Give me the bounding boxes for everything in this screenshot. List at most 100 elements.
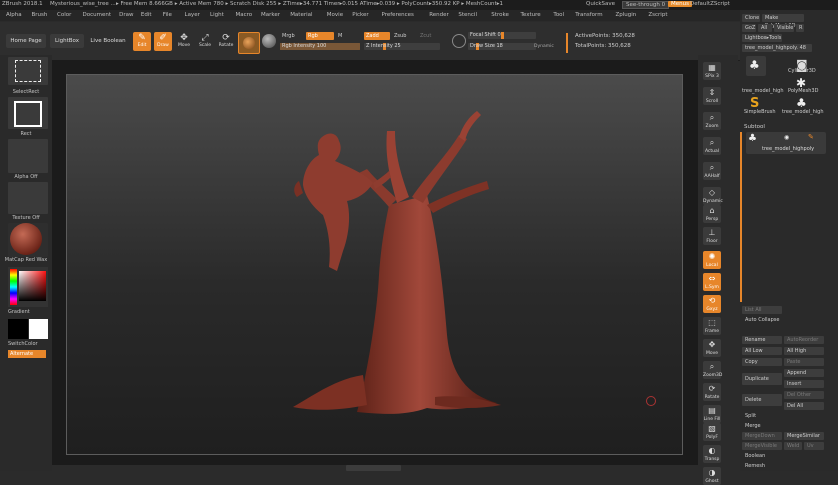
- rightshelf-frame-button[interactable]: ⬚ Frame: [703, 317, 721, 335]
- mrgb-toggle[interactable]: Mrgb: [282, 33, 295, 39]
- rightshelf-local-button[interactable]: ✺ Local: [703, 251, 721, 269]
- rightshelf-floor-button[interactable]: ⊥ Floor: [703, 227, 721, 245]
- boolean-header[interactable]: Boolean: [742, 452, 782, 460]
- viewport-canvas[interactable]: [66, 74, 683, 455]
- menu-item-transform[interactable]: Transform: [575, 12, 602, 18]
- menu-item-tool[interactable]: Tool: [553, 12, 564, 18]
- menu-item-color[interactable]: Color: [57, 12, 71, 18]
- rect-button[interactable]: [8, 97, 48, 129]
- menu-item-macro[interactable]: Macro: [236, 12, 253, 18]
- all-high-button[interactable]: All High: [784, 347, 824, 355]
- texture-button[interactable]: [8, 182, 48, 214]
- auto-collapse-button[interactable]: Auto Collapse: [742, 316, 782, 324]
- bottom-scrollbar[interactable]: [346, 465, 401, 471]
- see-through-slider[interactable]: See-through 0: [622, 1, 670, 9]
- duplicate-button[interactable]: Duplicate: [742, 373, 782, 385]
- rightshelf-dynamic-button[interactable]: ◇ Dynamic: [703, 187, 723, 205]
- rightshelf-polyf-button[interactable]: ▧ PolyF: [703, 423, 721, 441]
- home-page-button[interactable]: Home Page: [6, 34, 46, 48]
- dynamic-toggle[interactable]: Dynamic: [534, 44, 554, 49]
- rightshelf-gxyz-button[interactable]: ⟲ Gxyz: [703, 295, 721, 313]
- goz-button[interactable]: GoZ: [742, 24, 756, 32]
- select-rect-button[interactable]: [8, 57, 48, 85]
- autoreorder-button[interactable]: AutoReorder: [784, 336, 824, 344]
- menus-button[interactable]: Menus: [668, 1, 692, 7]
- mergesimilar-button[interactable]: MergeSimilar: [784, 432, 824, 440]
- scale-mode-button[interactable]: ⤢ Scale: [196, 32, 214, 51]
- mergedown-button[interactable]: MergeDown: [742, 432, 782, 440]
- menu-item-render[interactable]: Render: [429, 12, 449, 18]
- rightshelf-scroll-button[interactable]: ⇕ Scroll: [703, 87, 721, 105]
- menu-item-picker[interactable]: Picker: [352, 12, 368, 18]
- menu-item-stroke[interactable]: Stroke: [491, 12, 509, 18]
- subtool-scrollbar[interactable]: [740, 132, 742, 302]
- hue-strip[interactable]: [10, 269, 17, 305]
- list-all-button[interactable]: List All: [742, 306, 782, 314]
- menu-item-zscript[interactable]: Zscript: [648, 12, 667, 18]
- material-button[interactable]: [8, 223, 48, 257]
- visible-button[interactable]: Visible: [774, 24, 794, 32]
- lightbox-button[interactable]: LightBox: [50, 34, 84, 48]
- menu-item-alpha[interactable]: Alpha: [6, 12, 22, 18]
- material-sphere-icon[interactable]: [262, 34, 276, 48]
- alternate-button[interactable]: Alternate: [8, 350, 46, 358]
- saturation-square[interactable]: [19, 271, 46, 301]
- menu-item-brush[interactable]: Brush: [32, 12, 48, 18]
- rightshelf-lsym-button[interactable]: ⇔ L.Sym: [703, 273, 721, 291]
- visibility-eye-icon[interactable]: ◉: [784, 134, 789, 141]
- make-polymesh-button[interactable]: Make PolyMesh3D: [762, 14, 804, 29]
- menu-item-edit[interactable]: Edit: [141, 12, 152, 18]
- rightshelf-zoom-button[interactable]: ⌕ Zoom: [703, 112, 721, 130]
- main-color-swatch[interactable]: [8, 319, 28, 339]
- edit-mode-button[interactable]: ✎ Edit: [133, 32, 151, 51]
- rightshelf-actual-button[interactable]: ⌕ Actual: [703, 137, 721, 155]
- clone-button[interactable]: Clone: [742, 14, 760, 22]
- all-low-button[interactable]: All Low: [742, 347, 782, 355]
- alpha-button[interactable]: [8, 139, 48, 173]
- tool-name-slider[interactable]: tree_model_highpoly. 48: [742, 44, 812, 52]
- quicksave-button[interactable]: QuickSave: [586, 1, 615, 7]
- lazy-mouse-icon[interactable]: [452, 34, 466, 48]
- copy-button[interactable]: Copy: [742, 358, 782, 366]
- secondary-color-swatch[interactable]: [29, 319, 48, 339]
- subtool-header[interactable]: Subtool: [744, 124, 765, 130]
- rightshelf-line-fill-button[interactable]: ▤ Line Fill: [703, 405, 721, 423]
- default-zscript-button[interactable]: DefaultZScript: [690, 1, 730, 7]
- rightshelf-persp-button[interactable]: ⌂ Persp: [703, 205, 721, 223]
- rightshelf-move-button[interactable]: ✥ Move: [703, 339, 721, 357]
- draw-mode-button[interactable]: ✐ Draw: [154, 32, 172, 51]
- rename-button[interactable]: Rename: [742, 336, 782, 344]
- z-intensity-slider[interactable]: Z Intensity 25: [364, 43, 440, 50]
- menu-item-file[interactable]: File: [163, 12, 172, 18]
- paste-button[interactable]: Paste: [784, 358, 824, 366]
- menu-item-preferences[interactable]: Preferences: [382, 12, 414, 18]
- rightshelf-rotate-button[interactable]: ⟳ Rotate: [703, 383, 721, 401]
- menu-item-light[interactable]: Light: [210, 12, 224, 18]
- menu-item-layer[interactable]: Layer: [185, 12, 200, 18]
- append-button[interactable]: Append: [784, 369, 824, 377]
- focal-shift-slider[interactable]: Focal Shift 0: [468, 32, 536, 39]
- color-picker[interactable]: [8, 267, 48, 307]
- uv-button[interactable]: Uv: [804, 442, 824, 450]
- rotate-mode-button[interactable]: ⟳ Rotate: [217, 32, 235, 51]
- split-header[interactable]: Split: [742, 412, 782, 420]
- menu-item-texture[interactable]: Texture: [521, 12, 541, 18]
- mergevisible-button[interactable]: MergeVisible: [742, 442, 782, 450]
- rightshelf-ghost-button[interactable]: ◑ Ghost: [703, 467, 721, 485]
- delete-button[interactable]: Delete: [742, 394, 782, 406]
- brush-thumbnail[interactable]: [238, 32, 260, 54]
- draw-size-slider[interactable]: Draw Size 18: [468, 43, 536, 50]
- all-button[interactable]: All: [758, 24, 772, 32]
- tool-thumb-1[interactable]: ♣: [746, 56, 766, 76]
- zadd-toggle[interactable]: Zadd: [364, 32, 390, 40]
- weld-button[interactable]: Weld: [784, 442, 802, 450]
- del-other-button[interactable]: Del Other: [784, 391, 824, 399]
- menu-item-marker[interactable]: Marker: [261, 12, 280, 18]
- menu-item-movie[interactable]: Movie: [327, 12, 343, 18]
- live-boolean-button[interactable]: Live Boolean: [88, 34, 128, 48]
- insert-button[interactable]: Insert: [784, 380, 824, 388]
- r-button[interactable]: R: [796, 24, 804, 32]
- menu-item-material[interactable]: Material: [290, 12, 312, 18]
- lightbox-tools-button[interactable]: Lightbox▸Tools: [742, 34, 782, 42]
- merge-header[interactable]: Merge: [742, 422, 782, 430]
